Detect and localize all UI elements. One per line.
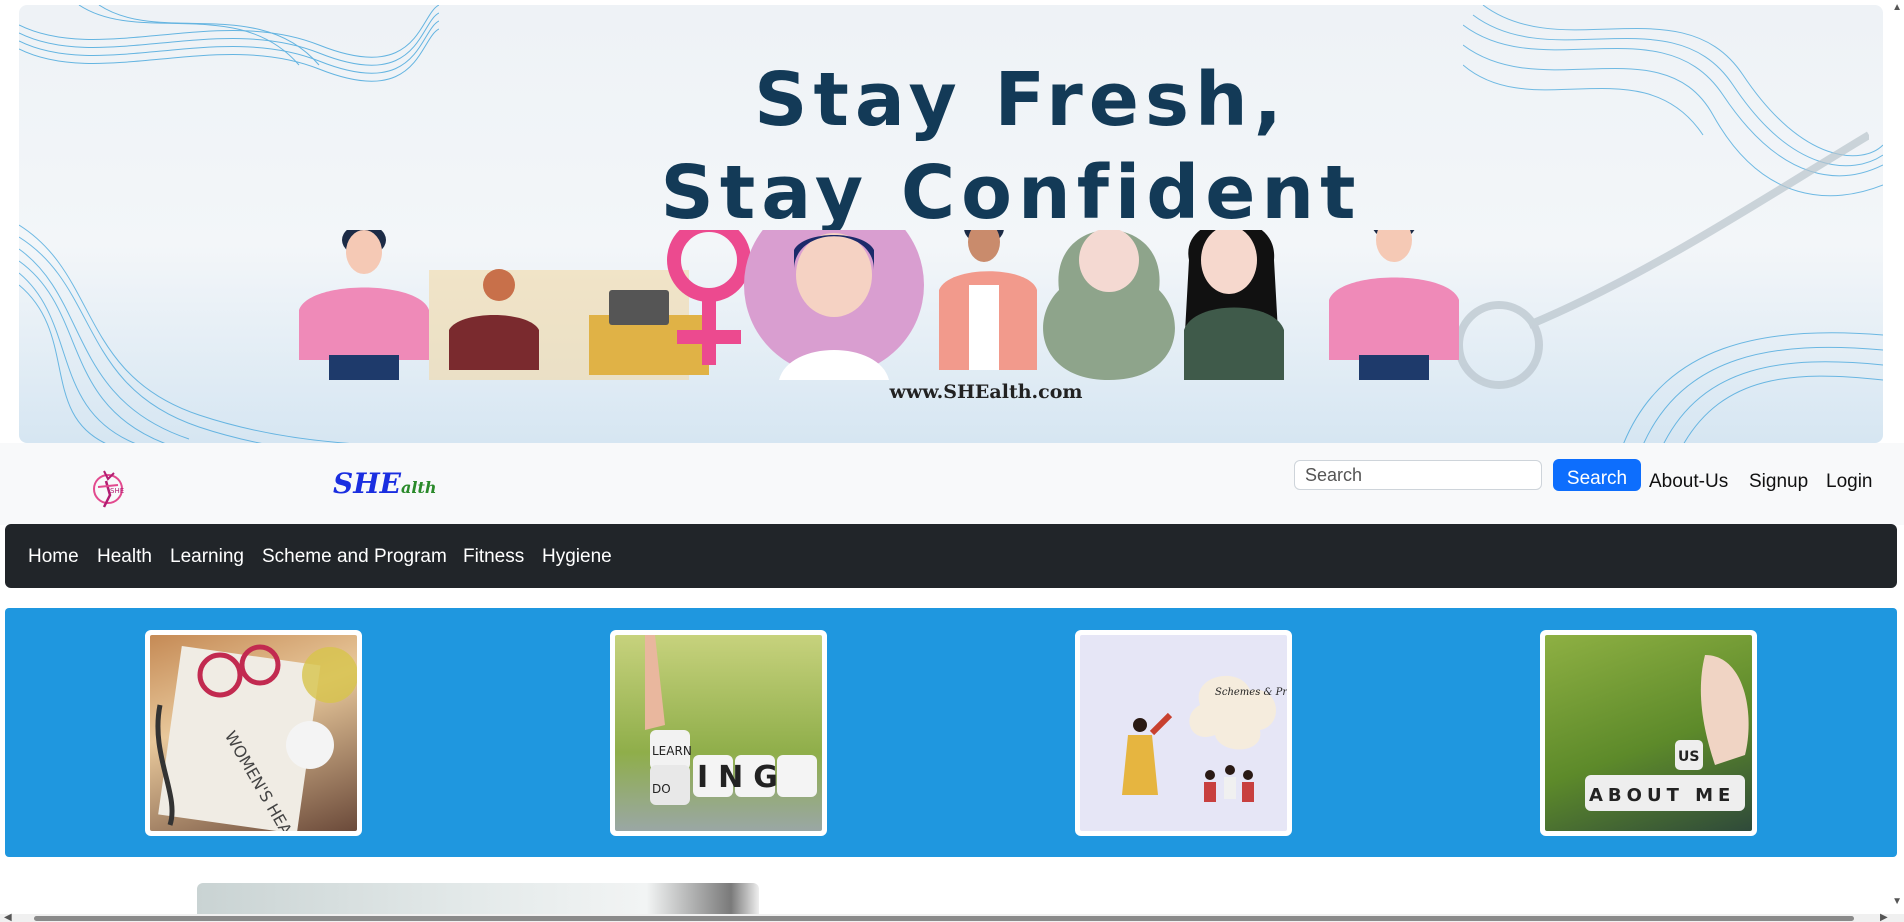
card-4-us: US	[1678, 749, 1699, 765]
schemes-programs-image[interactable]: Schemes & Programs	[1080, 635, 1287, 831]
card-schemes-programs[interactable]: Schemes & Programs	[1075, 630, 1292, 836]
nav-hygiene[interactable]: Hygiene	[542, 546, 612, 568]
card-2-do: DO	[652, 782, 671, 796]
header-bar: SHE SHEalth Search About-Us Signup Login	[0, 443, 1904, 525]
nav-scheme-and-program[interactable]: Scheme and Program	[262, 546, 447, 568]
hero-banner: Stay Fresh, Stay Confident www.SHEalth.c…	[19, 5, 1883, 443]
card-2-ing: ING	[697, 760, 788, 795]
nav-learning[interactable]: Learning	[170, 546, 244, 568]
nav-fitness[interactable]: Fitness	[463, 546, 524, 568]
scroll-left-arrow-icon[interactable]: ◀	[4, 912, 12, 922]
brand-name[interactable]: SHEalth	[333, 467, 437, 500]
women-illustration	[299, 230, 1459, 380]
svg-text:SHE: SHE	[110, 487, 124, 495]
horizontal-scrollbar-thumb[interactable]	[34, 916, 1854, 921]
horizontal-scrollbar[interactable]	[0, 914, 1904, 922]
card-about-us[interactable]: ABOUT ME US	[1540, 630, 1757, 836]
scroll-up-arrow-icon[interactable]: ▲	[1892, 2, 1902, 13]
signup-link[interactable]: Signup	[1749, 471, 1808, 493]
brand-main: SHE	[333, 467, 402, 500]
page: Stay Fresh, Stay Confident www.SHEalth.c…	[0, 0, 1904, 922]
banner-url: www.SHEalth.com	[889, 381, 1083, 403]
about-us-image[interactable]: ABOUT ME US	[1545, 635, 1752, 831]
main-navbar: Home Health Learning Scheme and Program …	[5, 524, 1897, 588]
about-us-link[interactable]: About-Us	[1649, 471, 1728, 493]
card-learning[interactable]: LEARN DO ING	[610, 630, 827, 836]
brand-suffix: alth	[401, 478, 437, 497]
womens-health-image[interactable]: WOMEN'S HEALTH	[150, 635, 357, 831]
category-strip: WOMEN'S HEALTH LEARN DO ING Schemes & Pr…	[5, 608, 1897, 857]
learning-doing-image[interactable]: LEARN DO ING	[615, 635, 822, 831]
banner-title-line-1: Stay Fresh,	[754, 57, 1288, 143]
card-womens-health[interactable]: WOMEN'S HEALTH	[145, 630, 362, 836]
card-4-text: ABOUT ME	[1589, 785, 1735, 806]
login-link[interactable]: Login	[1826, 471, 1873, 493]
scroll-down-arrow-icon[interactable]: ▼	[1892, 896, 1902, 907]
card-2-learn: LEARN	[652, 744, 692, 758]
nav-home[interactable]: Home	[28, 546, 79, 568]
search-button[interactable]: Search	[1553, 459, 1641, 491]
banner-title-line-2: Stay Confident	[660, 150, 1362, 236]
nav-health[interactable]: Health	[97, 546, 152, 568]
logo-icon[interactable]: SHE	[84, 465, 132, 513]
search-input[interactable]	[1294, 460, 1542, 490]
card-3-text: Schemes & Programs	[1215, 687, 1287, 698]
scroll-right-arrow-icon[interactable]: ▶	[1880, 912, 1888, 922]
